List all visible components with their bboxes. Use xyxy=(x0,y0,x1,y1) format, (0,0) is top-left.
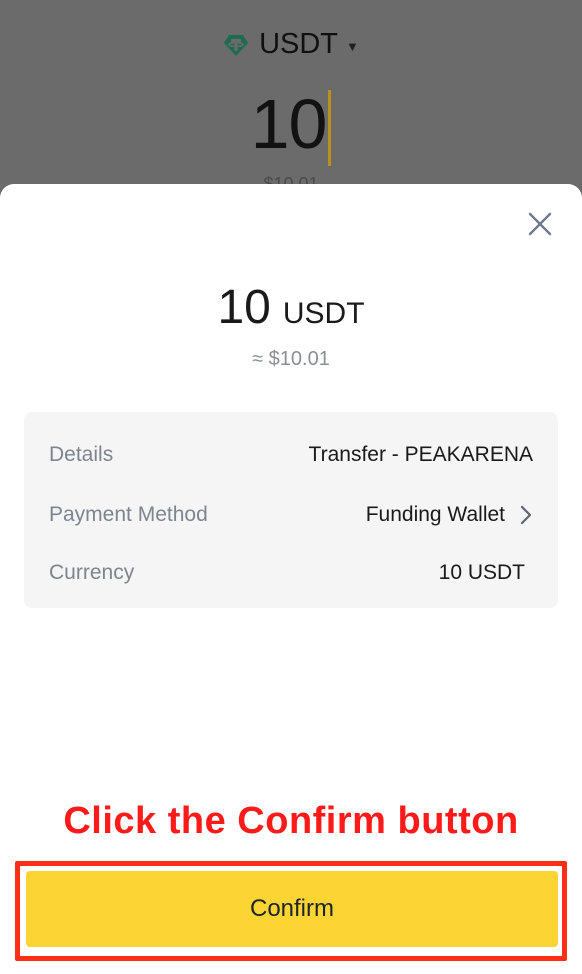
payment-method-label: Payment Method xyxy=(49,503,208,526)
payment-method-row[interactable]: Payment Method Funding Wallet xyxy=(24,495,558,535)
details-label: Details xyxy=(49,443,114,466)
confirm-button[interactable]: Confirm xyxy=(26,871,558,947)
fiat-estimate: ≈ $10.01 xyxy=(252,348,330,370)
amount-unit: USDT xyxy=(282,297,365,330)
amount-value: 10 xyxy=(250,85,328,163)
coin-selector[interactable]: USDT ▼ xyxy=(0,28,582,61)
payment-method-value: Funding Wallet xyxy=(365,503,505,526)
details-card: Details Transfer - PEAKARENA Payment Met… xyxy=(24,412,558,608)
details-value: Transfer - PEAKARENA xyxy=(308,443,533,466)
amount-number: 10 xyxy=(217,281,271,334)
amount-input[interactable]: 10 xyxy=(0,84,582,166)
close-icon[interactable] xyxy=(526,210,554,238)
details-row: Details Transfer - PEAKARENA xyxy=(24,435,558,475)
annotation-text: Click the Confirm button xyxy=(63,800,519,842)
chevron-right-icon xyxy=(520,505,532,525)
text-cursor xyxy=(328,90,332,166)
coin-name: USDT xyxy=(259,28,339,60)
sheet-amount: 10 USDT xyxy=(0,280,582,335)
currency-label: Currency xyxy=(49,561,135,584)
currency-row: Currency 10 USDT xyxy=(24,553,558,593)
payment-method-value-group[interactable]: Funding Wallet xyxy=(366,503,533,527)
currency-value: 10 USDT xyxy=(438,561,525,584)
confirm-sheet: 10 USDT ≈ $10.01 Details Transfer - PEAK… xyxy=(0,184,582,974)
chevron-down-icon: ▼ xyxy=(346,39,359,54)
tether-icon xyxy=(224,34,249,56)
